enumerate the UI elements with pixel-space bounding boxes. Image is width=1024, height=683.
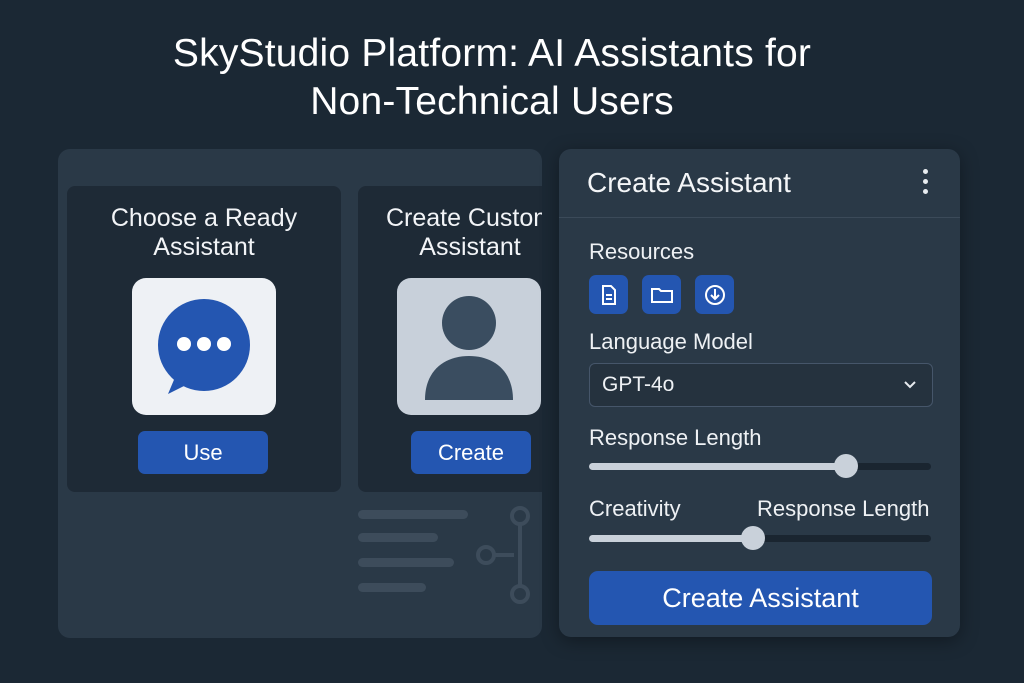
- response-length-label: Response Length: [589, 425, 762, 450]
- share-nodes-icon: [476, 506, 530, 604]
- chevron-down-icon: [904, 381, 916, 389]
- more-vertical-icon[interactable]: [919, 169, 931, 197]
- panel-title: Create Assistant: [587, 167, 791, 198]
- create-assistant-panel: Create Assistant Resources Language Mode…: [559, 149, 960, 637]
- page: SkyStudio Platform: AI Assistants for No…: [0, 0, 1024, 683]
- custom-assistant-card: Create Custom Assistant Create: [358, 186, 542, 492]
- slider-thumb[interactable]: [833, 454, 858, 478]
- ready-assistant-title-line-1: Choose a Ready: [110, 204, 298, 232]
- placeholder-line: [358, 510, 468, 519]
- creativity-secondary-label: Response Length: [757, 496, 930, 521]
- folder-icon[interactable]: [642, 275, 681, 314]
- custom-assistant-title: Create Custom Assistant: [358, 204, 542, 262]
- language-model-value: GPT-4o: [602, 373, 675, 396]
- create-assistant-button[interactable]: Create Assistant: [589, 571, 932, 625]
- panel-header: Create Assistant: [559, 149, 960, 218]
- resources-label: Resources: [589, 239, 695, 264]
- placeholder-line: [358, 583, 426, 592]
- create-button[interactable]: Create: [411, 431, 531, 474]
- page-headline: SkyStudio Platform: AI Assistants for No…: [0, 30, 984, 126]
- language-model-select[interactable]: GPT-4o: [589, 363, 933, 407]
- response-length-slider[interactable]: [589, 454, 931, 478]
- file-icon[interactable]: [589, 275, 628, 314]
- ready-assistant-card: Choose a Ready Assistant Use: [67, 186, 341, 492]
- custom-assistant-title-line-2: Assistant: [419, 233, 521, 261]
- chat-bubble-icon: [132, 278, 276, 415]
- slider-fill: [589, 463, 846, 470]
- slider-thumb[interactable]: [741, 526, 766, 550]
- user-avatar-icon: [397, 278, 541, 415]
- use-button[interactable]: Use: [138, 431, 268, 474]
- ready-assistant-title-line-2: Assistant: [153, 233, 255, 261]
- creativity-slider[interactable]: [589, 526, 931, 550]
- assistant-options-panel: Choose a Ready Assistant Use Create Cust…: [58, 149, 542, 638]
- headline-line-2: Non-Technical Users: [310, 80, 674, 123]
- language-model-label: Language Model: [589, 329, 753, 354]
- custom-assistant-title-line-1: Create Custom: [385, 204, 542, 232]
- ready-assistant-title: Choose a Ready Assistant: [67, 204, 341, 262]
- headline-line-1: SkyStudio Platform: AI Assistants for: [172, 32, 812, 75]
- slider-fill: [589, 535, 754, 542]
- download-icon[interactable]: [695, 275, 734, 314]
- placeholder-line: [358, 558, 454, 567]
- placeholder-line: [358, 533, 438, 542]
- creativity-label: Creativity: [589, 496, 681, 521]
